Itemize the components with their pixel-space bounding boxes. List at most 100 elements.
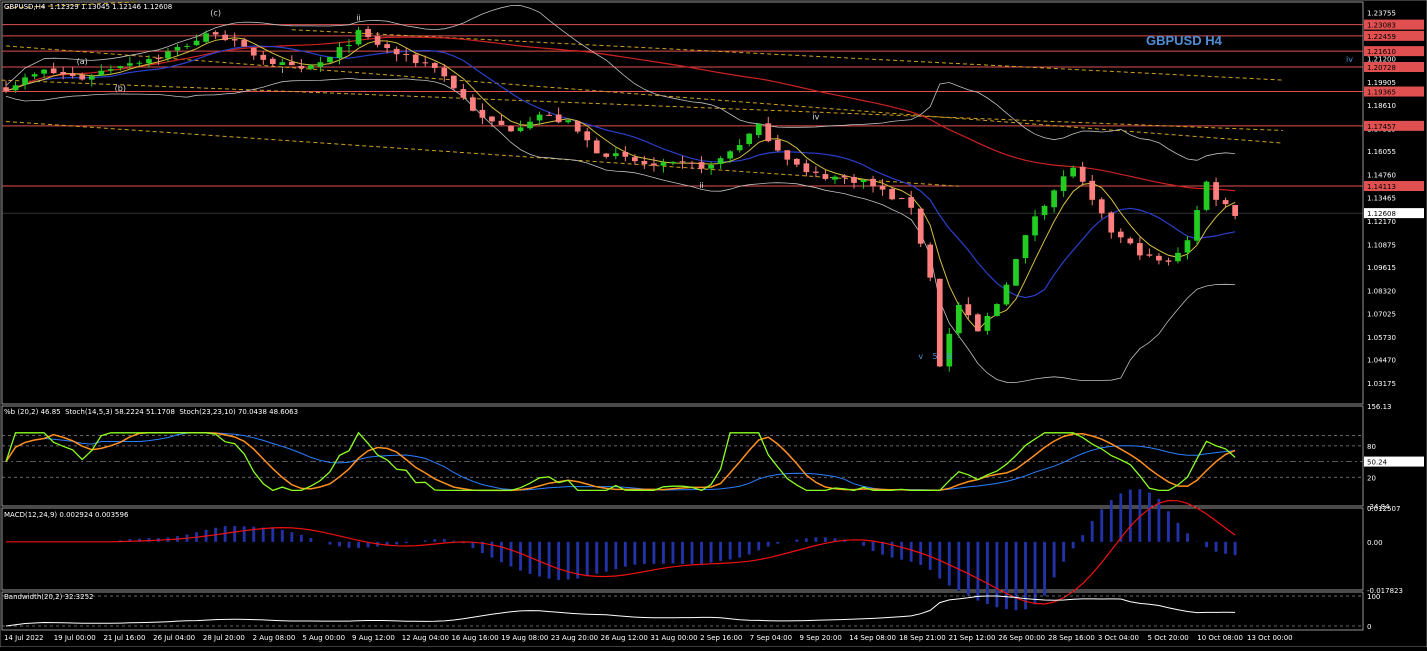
candle-body xyxy=(879,185,886,190)
candle-body xyxy=(765,123,772,142)
candle-body xyxy=(1079,166,1086,182)
time-tick-label: 9 Aug 12:00 xyxy=(352,634,395,642)
candle-body xyxy=(79,75,86,80)
candle-body xyxy=(622,151,629,157)
candle-body xyxy=(632,157,638,162)
bandwidth-tick-label: 100 xyxy=(1367,593,1380,601)
candle-body xyxy=(908,197,915,208)
candle-body xyxy=(670,161,676,163)
candle-body xyxy=(460,89,467,98)
candle-body xyxy=(1222,200,1229,205)
macd-header: MACD(12,24,9) 0.002924 0.003596 xyxy=(4,511,129,519)
wave-label: v xyxy=(918,352,923,361)
level-price-label: 1.22459 xyxy=(1367,33,1396,41)
candle-body xyxy=(1194,210,1200,241)
candle-body xyxy=(441,67,448,77)
candle-body xyxy=(365,29,371,38)
time-tick-label: 28 Jul 20:00 xyxy=(203,634,245,642)
wave-label: ii xyxy=(356,14,360,23)
candle-body xyxy=(269,58,276,64)
candle-body xyxy=(155,57,162,59)
candle-body xyxy=(546,114,552,116)
candle-body xyxy=(593,140,600,154)
candle-body xyxy=(1127,238,1134,244)
time-tick-label: 7 Sep 04:00 xyxy=(750,634,792,642)
candle-body xyxy=(308,65,314,69)
candle-body xyxy=(1108,212,1115,233)
chart-window[interactable]: (a)(b)(c)iiiiiivv5iiiiv 1.237551.225701.… xyxy=(0,0,1427,648)
candle-body xyxy=(584,131,591,141)
oscillator-marker-label: 50.24 xyxy=(1367,459,1388,467)
candle-body xyxy=(412,54,419,64)
candle-body xyxy=(1165,260,1172,262)
oscillator-tick-label: 20 xyxy=(1367,474,1376,482)
candle-body xyxy=(1184,240,1191,253)
candle-body xyxy=(717,158,724,164)
candle-body xyxy=(889,188,895,200)
price-tick-label: 1.18610 xyxy=(1367,102,1396,110)
level-price-label: 1.19365 xyxy=(1367,89,1396,97)
price-tick-label: 1.12170 xyxy=(1367,218,1396,226)
time-tick-label: 10 Oct 08:00 xyxy=(1197,634,1243,642)
time-tick-label: 5 Oct 20:00 xyxy=(1148,634,1189,642)
candle-body xyxy=(698,162,705,169)
oscillator-tick-label: 156.13 xyxy=(1367,403,1392,411)
candle-body xyxy=(813,171,819,173)
wave-label: iv xyxy=(812,113,819,122)
current-price-label: 1.12608 xyxy=(1367,210,1396,218)
candle-body xyxy=(479,109,486,118)
candle-body xyxy=(60,71,67,75)
candle-body xyxy=(69,73,76,76)
price-tick-label: 1.09615 xyxy=(1367,264,1396,272)
symbol-header: GBPUSD,H4 1.12329 1.13045 1.12146 1.1260… xyxy=(4,3,173,11)
candle-body xyxy=(1156,255,1162,261)
wave-label: iii xyxy=(946,352,953,361)
candle-body xyxy=(517,127,524,132)
candle-body xyxy=(917,208,924,244)
time-tick-label: 3 Oct 04:00 xyxy=(1098,634,1139,642)
price-tick-label: 1.19905 xyxy=(1367,79,1396,87)
candle-body xyxy=(784,150,791,160)
candle-body xyxy=(22,77,28,85)
candle-body xyxy=(803,163,810,173)
candle-body xyxy=(1098,199,1105,214)
time-tick-label: 19 Aug 08:00 xyxy=(501,634,548,642)
candle-body xyxy=(1232,205,1238,216)
candle-body xyxy=(975,314,981,332)
candle-body xyxy=(393,48,400,55)
price-tick-label: 1.05730 xyxy=(1367,334,1396,342)
candle-body xyxy=(250,47,257,56)
candle-body xyxy=(3,87,9,91)
level-price-label: 1.21610 xyxy=(1367,48,1396,56)
candle-body xyxy=(1060,176,1067,192)
candle-body xyxy=(1041,205,1048,216)
candle-body xyxy=(489,116,495,122)
candle-body xyxy=(107,69,114,71)
wave-label: (b) xyxy=(115,84,126,93)
time-tick-label: 9 Sep 20:00 xyxy=(800,634,842,642)
level-price-label: 1.23083 xyxy=(1367,22,1396,30)
candle-body xyxy=(450,75,457,89)
time-tick-label: 26 Sep 00:00 xyxy=(998,634,1045,642)
candle-body xyxy=(317,62,324,67)
candle-body xyxy=(98,70,105,76)
candle-body xyxy=(870,178,876,187)
price-tick-label: 1.13465 xyxy=(1367,195,1396,203)
candle-body xyxy=(260,54,267,60)
chart-title: GBPUSD H4 xyxy=(1146,33,1222,48)
candle-body xyxy=(603,153,610,157)
level-price-label: 1.14113 xyxy=(1367,183,1396,191)
wave-label: ii xyxy=(699,181,703,190)
time-tick-label: 2 Sep 16:00 xyxy=(700,634,742,642)
candle-body xyxy=(1013,259,1019,286)
price-tick-label: 1.03175 xyxy=(1367,380,1396,388)
candle-body xyxy=(279,62,286,66)
candle-body xyxy=(536,114,543,121)
price-tick-label: 1.16055 xyxy=(1367,148,1396,156)
candle-body xyxy=(1175,252,1181,262)
time-tick-label: 28 Sep 16:00 xyxy=(1048,634,1095,642)
chart-canvas[interactable]: (a)(b)(c)iiiiiivv5iiiiv 1.237551.225701.… xyxy=(0,0,1427,648)
candle-body xyxy=(574,121,581,132)
candle-body xyxy=(612,153,619,157)
candle-body xyxy=(355,30,362,45)
